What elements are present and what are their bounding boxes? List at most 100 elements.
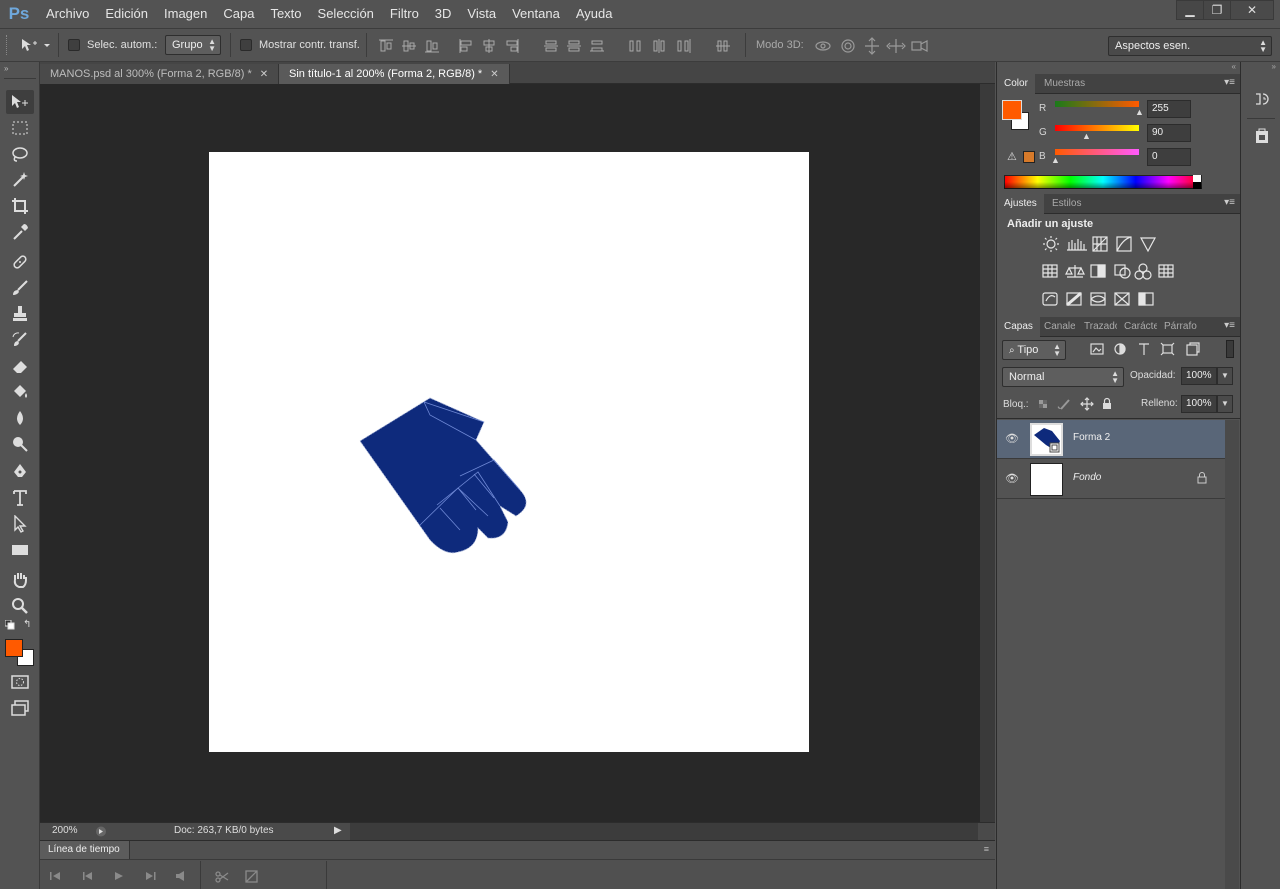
blend-mode-dropdown[interactable]: Normal ▲ ▼ bbox=[1002, 367, 1124, 387]
minimize-button[interactable]: ▁ bbox=[1176, 0, 1204, 20]
tab-manos[interactable]: MANOS.psd al 300% (Forma 2, RGB/8) * ✕ bbox=[40, 64, 280, 84]
stamp-tool[interactable] bbox=[6, 302, 34, 326]
collapse-arrows-icon[interactable]: « bbox=[1232, 62, 1236, 71]
magic-wand-tool[interactable] bbox=[6, 168, 34, 192]
hand-shape[interactable] bbox=[209, 152, 809, 752]
lasso-tool[interactable] bbox=[6, 142, 34, 166]
paint-bucket-tool[interactable] bbox=[6, 380, 34, 404]
restore-button[interactable]: ❐ bbox=[1203, 0, 1231, 20]
tab-capas[interactable]: Capas bbox=[997, 317, 1040, 337]
workspace-dropdown[interactable]: Aspectos esen. ▲ ▼ bbox=[1108, 36, 1272, 56]
r-value-field[interactable]: 255 bbox=[1147, 100, 1191, 118]
close-tab-icon[interactable]: ✕ bbox=[490, 69, 498, 80]
r-slider-thumb-icon[interactable]: ▲ bbox=[1135, 107, 1144, 117]
close-tab-icon[interactable]: ✕ bbox=[260, 69, 268, 80]
layer-row-forma-2[interactable]: 👁 Forma 2 bbox=[997, 420, 1225, 459]
menu-seleccion[interactable]: Selección bbox=[310, 0, 382, 28]
panel-menu-icon[interactable]: ▾≡ bbox=[1224, 77, 1235, 88]
move-tool[interactable] bbox=[6, 90, 34, 114]
menu-archivo[interactable]: Archivo bbox=[38, 0, 97, 28]
r-slider[interactable] bbox=[1055, 101, 1139, 107]
share-icon[interactable] bbox=[94, 825, 108, 838]
tab-estilos[interactable]: Estilos bbox=[1045, 194, 1088, 214]
layer-name[interactable]: Forma 2 bbox=[1073, 432, 1110, 443]
history-brush-tool[interactable] bbox=[6, 328, 34, 352]
move-tool-preset-icon[interactable] bbox=[20, 37, 50, 53]
opacity-field[interactable]: 100% bbox=[1181, 367, 1217, 385]
tab-color[interactable]: Color bbox=[997, 74, 1035, 94]
grip-handle[interactable] bbox=[6, 35, 10, 55]
b-slider-thumb-icon[interactable]: ▲ bbox=[1051, 155, 1060, 165]
menu-imagen[interactable]: Imagen bbox=[156, 0, 215, 28]
collapse-arrows-icon[interactable]: » bbox=[4, 64, 8, 73]
menu-texto[interactable]: Texto bbox=[262, 0, 309, 28]
menu-ayuda[interactable]: Ayuda bbox=[568, 0, 621, 28]
path-selection-tool[interactable] bbox=[6, 512, 34, 536]
tab-canales[interactable]: Canales bbox=[1037, 317, 1075, 337]
layer-row-fondo[interactable]: 👁 Fondo bbox=[997, 460, 1225, 499]
healing-brush-tool[interactable] bbox=[6, 250, 34, 274]
timeline-title[interactable]: Línea de tiempo bbox=[48, 844, 120, 855]
quick-mask-tool[interactable] bbox=[6, 670, 34, 694]
close-button[interactable]: ✕ bbox=[1230, 0, 1274, 20]
marquee-tool[interactable] bbox=[6, 116, 34, 140]
zoom-tool[interactable] bbox=[6, 594, 34, 618]
document-canvas[interactable] bbox=[209, 152, 809, 752]
show-transform-checkbox[interactable] bbox=[240, 39, 252, 51]
brush-tool[interactable] bbox=[6, 276, 34, 300]
status-menu-arrow-icon[interactable]: ▶ bbox=[334, 825, 342, 836]
g-slider-thumb-icon[interactable]: ▲ bbox=[1082, 131, 1091, 141]
default-colors-icon[interactable] bbox=[5, 620, 15, 630]
eyedropper-tool[interactable] bbox=[6, 220, 34, 244]
tab-muestras[interactable]: Muestras bbox=[1037, 74, 1092, 94]
b-slider[interactable] bbox=[1055, 149, 1139, 155]
tab-caracter[interactable]: Carácter bbox=[1117, 317, 1157, 337]
layer-thumbnail[interactable] bbox=[1030, 463, 1063, 496]
menu-ventana[interactable]: Ventana bbox=[504, 0, 568, 28]
menu-capa[interactable]: Capa bbox=[215, 0, 262, 28]
blur-tool[interactable] bbox=[6, 406, 34, 430]
auto-select-checkbox[interactable] bbox=[68, 39, 80, 51]
properties-icon[interactable] bbox=[1253, 128, 1271, 146]
visibility-eye-icon[interactable]: 👁 bbox=[1005, 432, 1019, 446]
auto-select-dropdown[interactable]: Grupo ▲ ▼ bbox=[165, 35, 221, 55]
web-safe-swatch[interactable] bbox=[1023, 151, 1035, 163]
g-slider[interactable] bbox=[1055, 125, 1139, 131]
panel-menu-icon[interactable]: ▾≡ bbox=[1224, 197, 1235, 208]
type-tool[interactable] bbox=[6, 486, 34, 510]
color-fg-swatch[interactable] bbox=[1002, 100, 1022, 120]
visibility-eye-icon[interactable]: 👁 bbox=[1005, 472, 1019, 486]
horizontal-scrollbar[interactable] bbox=[350, 823, 978, 840]
crop-tool[interactable] bbox=[6, 194, 34, 218]
fill-field[interactable]: 100% bbox=[1181, 395, 1217, 413]
layers-scrollbar[interactable] bbox=[1225, 420, 1239, 889]
rectangle-tool[interactable] bbox=[6, 538, 34, 562]
menu-edicion[interactable]: Edición bbox=[97, 0, 156, 28]
fill-slider-button[interactable]: ▼ bbox=[1217, 395, 1233, 413]
menu-filtro[interactable]: Filtro bbox=[382, 0, 427, 28]
zoom-level[interactable]: 200% bbox=[52, 825, 78, 836]
gamut-warning-icon[interactable]: ⚠ bbox=[1007, 150, 1017, 163]
opacity-slider-button[interactable]: ▼ bbox=[1217, 367, 1233, 385]
vertical-scrollbar[interactable] bbox=[980, 84, 995, 822]
foreground-color-swatch[interactable] bbox=[5, 639, 23, 657]
swap-colors-icon[interactable]: ↰ bbox=[23, 619, 31, 630]
tab-parrafo[interactable]: Párrafo bbox=[1157, 317, 1204, 337]
g-value-field[interactable]: 90 bbox=[1147, 124, 1191, 142]
filter-toggle[interactable] bbox=[1226, 340, 1234, 358]
screen-mode-tool[interactable] bbox=[6, 696, 34, 720]
collapse-arrows-icon[interactable]: » bbox=[1272, 62, 1276, 71]
eraser-tool[interactable] bbox=[6, 354, 34, 378]
hand-tool[interactable] bbox=[6, 568, 34, 592]
layer-filter-dropdown[interactable]: ⌕ Tipo ▲ ▼ bbox=[1002, 340, 1066, 360]
layer-name[interactable]: Fondo bbox=[1073, 472, 1101, 483]
tab-trazados[interactable]: Trazados bbox=[1077, 317, 1117, 337]
menu-3d[interactable]: 3D bbox=[427, 0, 460, 28]
tab-sin-titulo[interactable]: Sin título-1 al 200% (Forma 2, RGB/8) * ✕ bbox=[279, 64, 510, 84]
layer-thumbnail[interactable] bbox=[1030, 423, 1063, 456]
b-value-field[interactable]: 0 bbox=[1147, 148, 1191, 166]
panel-menu-icon[interactable]: ≡ bbox=[984, 844, 989, 854]
tab-ajustes[interactable]: Ajustes bbox=[997, 194, 1044, 214]
menu-vista[interactable]: Vista bbox=[459, 0, 504, 28]
history-icon[interactable] bbox=[1253, 90, 1271, 108]
